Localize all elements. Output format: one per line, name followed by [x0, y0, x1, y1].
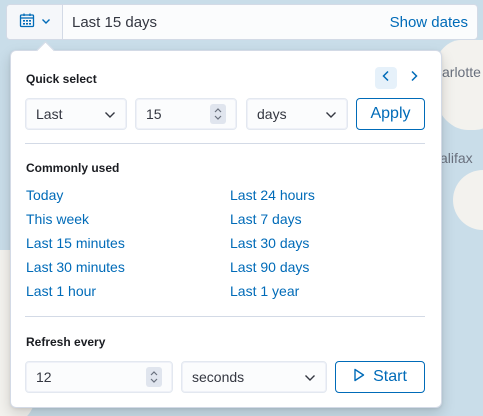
refresh-unit-select[interactable]: seconds	[181, 361, 327, 393]
common-range-last-7-days[interactable]: Last 7 days	[230, 211, 302, 227]
amount-input-value: 15	[146, 106, 162, 122]
common-range-today[interactable]: Today	[26, 187, 63, 203]
amount-input[interactable]: 15	[135, 98, 237, 130]
common-range-last-24-hours[interactable]: Last 24 hours	[230, 187, 315, 203]
play-icon	[353, 368, 365, 387]
chevron-down-icon	[325, 106, 337, 122]
map-label-charlotte: arlotte	[442, 64, 481, 80]
number-stepper-icon[interactable]	[146, 367, 162, 387]
map-land	[453, 170, 483, 230]
divider	[25, 143, 425, 144]
divider	[25, 316, 425, 317]
quick-select-nav	[375, 67, 425, 89]
unit-select-value: days	[257, 106, 287, 122]
date-picker-bar: Last 15 days Show dates	[6, 4, 478, 40]
show-dates-link[interactable]: Show dates	[390, 14, 477, 31]
direction-select-value: Last	[36, 106, 63, 122]
quick-select-popover: Quick select Last 15 days Apply Commonly…	[10, 50, 442, 408]
refresh-unit-value: seconds	[192, 369, 245, 385]
previous-time-window-button[interactable]	[375, 67, 397, 89]
quick-select-toggle-button[interactable]	[7, 5, 63, 39]
calendar-icon	[19, 12, 35, 33]
common-range-last-30-minutes[interactable]: Last 30 minutes	[26, 259, 125, 275]
common-range-last-1-hour[interactable]: Last 1 hour	[26, 283, 96, 299]
chevron-left-icon	[381, 69, 391, 87]
common-range-last-15-minutes[interactable]: Last 15 minutes	[26, 235, 125, 251]
refresh-interval-value: 12	[36, 369, 52, 385]
start-refresh-button[interactable]: Start	[335, 361, 425, 393]
map-label-halifax: alifax	[440, 150, 473, 166]
common-range-last-90-days[interactable]: Last 90 days	[230, 259, 309, 275]
common-range-last-1-year[interactable]: Last 1 year	[230, 283, 299, 299]
chevron-down-icon	[104, 106, 116, 122]
quick-select-title: Quick select	[26, 72, 97, 86]
refresh-interval-input[interactable]: 12	[25, 361, 173, 393]
start-button-label: Start	[373, 368, 407, 385]
next-time-window-button[interactable]	[403, 67, 425, 89]
chevron-down-icon	[304, 369, 316, 385]
number-stepper-icon[interactable]	[210, 104, 226, 124]
chevron-down-icon	[41, 13, 51, 31]
commonly-used-title: Commonly used	[26, 161, 120, 175]
apply-button-label: Apply	[370, 105, 411, 122]
unit-select[interactable]: days	[246, 98, 348, 130]
date-range-text[interactable]: Last 15 days	[63, 14, 390, 31]
refresh-every-title: Refresh every	[26, 335, 106, 349]
common-range-this-week[interactable]: This week	[26, 211, 89, 227]
common-range-last-30-days[interactable]: Last 30 days	[230, 235, 309, 251]
chevron-right-icon	[409, 69, 419, 87]
apply-button[interactable]: Apply	[356, 98, 425, 130]
direction-select[interactable]: Last	[25, 98, 127, 130]
